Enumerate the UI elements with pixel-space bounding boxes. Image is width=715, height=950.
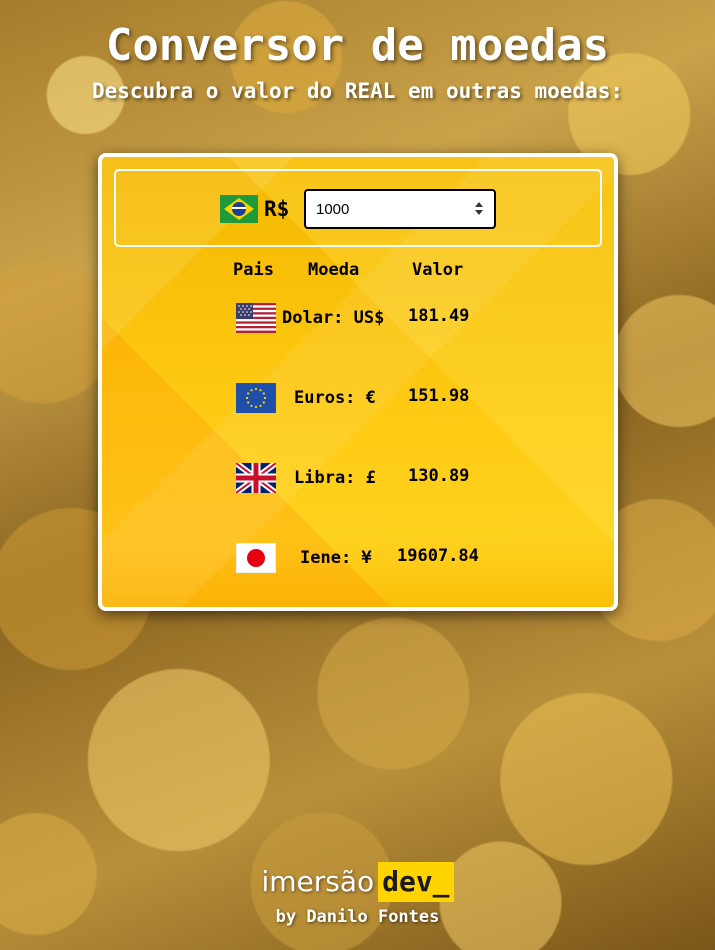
column-header-country: Pais [233, 260, 274, 280]
page-footer: imersão dev_ by Danilo Fontes [0, 862, 715, 928]
page-subtitle: Descubra o valor do REAL em outras moeda… [91, 79, 623, 103]
currency-value: 130.89 [408, 466, 470, 486]
currency-row-eur: Euros: € 151.98 [102, 383, 614, 419]
currency-row-jpy: Iene: ¥ 19607.84 [102, 543, 614, 579]
logo-text-dev: dev_ [378, 862, 454, 902]
currency-label: Libra: £ [294, 468, 376, 488]
base-currency-label: R$ [264, 197, 290, 221]
column-header-currency: Moeda [308, 260, 360, 280]
spinner-up-icon[interactable] [475, 202, 483, 207]
number-spinner[interactable] [472, 200, 486, 218]
usa-flag-icon [236, 303, 276, 333]
column-header-value: Valor [412, 260, 464, 280]
currency-label: Iene: ¥ [300, 548, 372, 568]
currency-row-gbp: Libra: £ 130.89 [102, 463, 614, 499]
currency-row-usd: Dolar: US$ 181.49 [102, 303, 614, 339]
brazil-flag-icon [220, 195, 258, 223]
amount-input[interactable] [304, 189, 496, 229]
logo-text-imersao: imersão [261, 865, 375, 898]
amount-input-box: R$ [114, 169, 602, 247]
currency-value: 181.49 [408, 306, 470, 326]
spinner-down-icon[interactable] [475, 210, 483, 215]
author-byline: by Danilo Fontes [275, 907, 440, 927]
uk-flag-icon [236, 463, 276, 493]
currency-label: Euros: € [294, 388, 376, 408]
page-header: Conversor de moedas Descubra o valor do … [0, 18, 715, 106]
imersao-dev-logo: imersão dev_ [261, 862, 454, 902]
currency-value: 19607.84 [397, 546, 479, 566]
japan-flag-icon [236, 543, 276, 573]
currency-value: 151.98 [408, 386, 470, 406]
currency-label: Dolar: US$ [282, 308, 385, 328]
converter-card: R$ Pais Moeda Valor [98, 153, 618, 611]
eu-flag-icon [236, 383, 276, 413]
page-title: Conversor de moedas [105, 20, 610, 71]
